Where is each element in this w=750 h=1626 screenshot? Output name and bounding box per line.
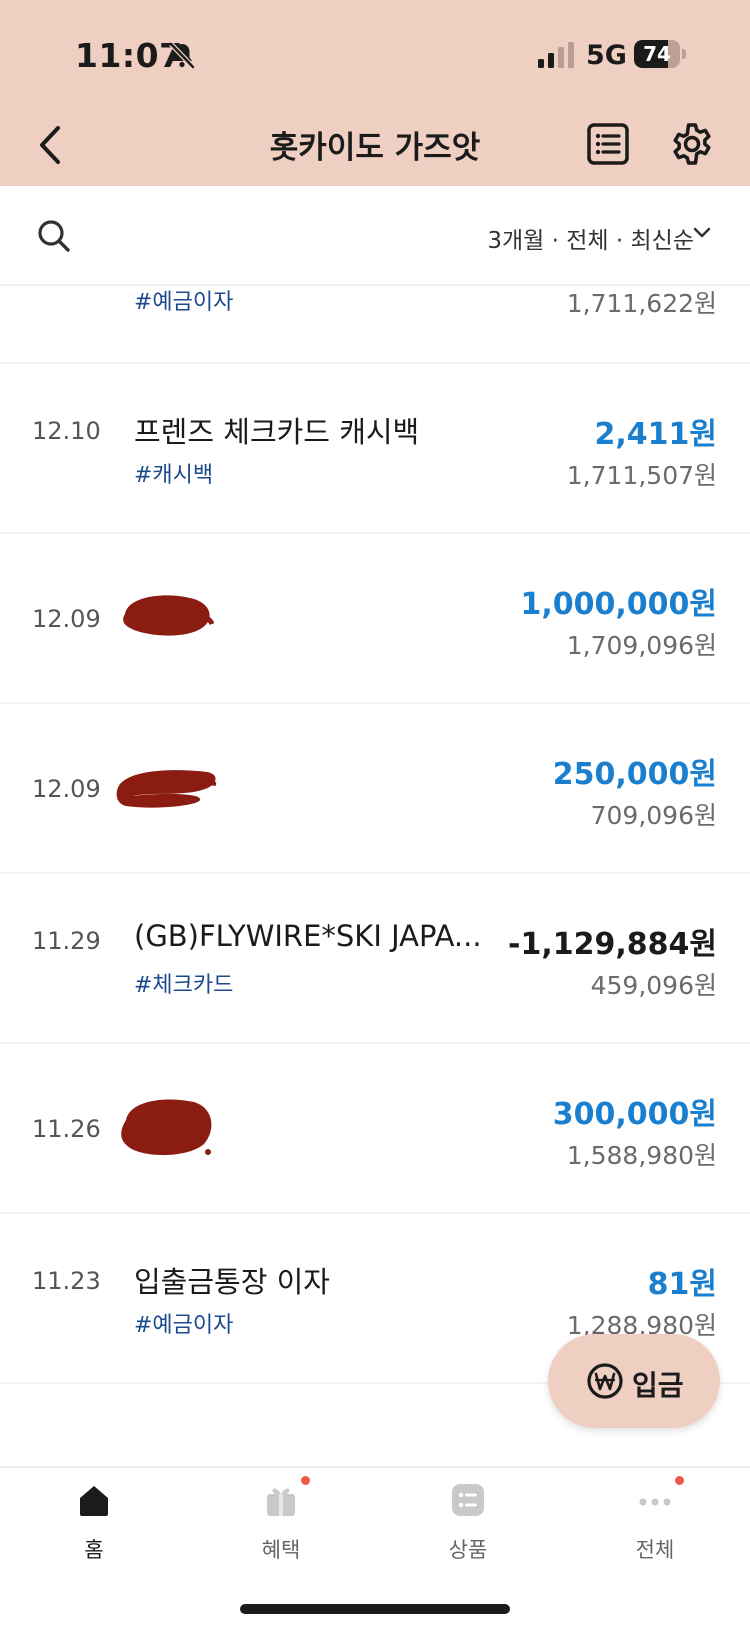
tab-label: 전체 xyxy=(635,1538,675,1562)
gift-icon xyxy=(267,1488,295,1516)
tab-label: 상품 xyxy=(448,1538,488,1562)
transaction-amount: 300,000원 xyxy=(552,1097,717,1132)
tab-label: 혜택 xyxy=(261,1538,301,1562)
battery-level: 74 xyxy=(643,42,671,66)
home-indicator xyxy=(240,1604,510,1614)
back-icon[interactable] xyxy=(30,118,74,172)
gear-icon[interactable] xyxy=(668,120,716,168)
transaction-list: #예금이자 1,711,622원 12.10 프렌즈 체크카드 캐시백 #캐시백… xyxy=(0,286,750,1466)
tab-label: 홈 xyxy=(84,1538,104,1562)
transaction-date: 11.23 xyxy=(32,1267,101,1295)
page-title: 홋카이도 가즈앗 xyxy=(269,130,481,166)
transaction-balance: 459,096원 xyxy=(590,971,717,1000)
nav-bar: 홋카이도 가즈앗 xyxy=(0,110,750,186)
transaction-row[interactable]: #예금이자 1,711,622원 xyxy=(0,286,750,364)
notification-dot xyxy=(675,1476,684,1485)
transaction-date: 12.09 xyxy=(32,775,101,803)
search-icon[interactable] xyxy=(34,216,74,256)
transaction-balance: 1,711,622원 xyxy=(566,289,717,318)
transaction-amount: 250,000원 xyxy=(552,757,717,792)
redaction-scribble xyxy=(121,1099,212,1156)
transaction-row[interactable]: 12.10 프렌즈 체크카드 캐시백 #캐시백 2,411원 1,711,507… xyxy=(0,364,750,534)
transaction-name: 프렌즈 체크카드 캐시백 xyxy=(134,415,420,449)
transaction-balance: 1,709,096원 xyxy=(566,631,717,660)
app-header: 11:07 5G 74 홋카이도 가즈앗 xyxy=(0,0,750,186)
battery-icon: 74 xyxy=(634,40,686,68)
transaction-balance: 1,588,980원 xyxy=(566,1141,717,1170)
transaction-name: (GB)FLYWIRE*SKI JAPA... xyxy=(134,919,482,953)
tab-all[interactable]: 전체 xyxy=(595,1476,715,1572)
transaction-balance: 709,096원 xyxy=(590,801,717,830)
transaction-tag: #예금이자 xyxy=(134,1313,234,1338)
transaction-row[interactable]: 11.26 300,000원 1,588,980원 xyxy=(0,1044,750,1214)
tab-benefits[interactable]: 혜택 xyxy=(221,1476,341,1572)
notification-dot xyxy=(301,1476,310,1485)
transaction-amount: 2,411원 xyxy=(594,417,718,452)
won-icon xyxy=(587,1363,623,1399)
more-icon xyxy=(639,1498,671,1506)
tab-home[interactable]: 홈 xyxy=(34,1482,154,1572)
transaction-date: 12.10 xyxy=(32,417,101,445)
transaction-date: 11.26 xyxy=(32,1115,101,1143)
transaction-row[interactable]: 12.09 250,000원 709,096원 xyxy=(0,704,750,874)
home-icon xyxy=(80,1486,108,1516)
transaction-tag: #예금이자 xyxy=(134,290,234,315)
transaction-date: 12.09 xyxy=(32,605,101,633)
transaction-amount: -1,129,884원 xyxy=(508,927,717,962)
transaction-name: 입출금통장 이자 xyxy=(134,1265,330,1299)
transaction-balance: 1,711,507원 xyxy=(566,461,717,490)
filter-bar: 3개월 · 전체 · 최신순 xyxy=(0,186,750,286)
bell-slash-icon xyxy=(169,42,195,69)
transaction-date: 11.29 xyxy=(32,927,101,955)
redaction-scribble xyxy=(116,770,217,808)
chevron-down-icon[interactable] xyxy=(691,222,713,244)
filter-dropdown[interactable]: 3개월 · 전체 · 최신순 xyxy=(487,221,694,255)
transaction-tag: #캐시백 xyxy=(134,463,214,488)
transaction-row[interactable]: 12.09 1,000,000원 1,709,096원 xyxy=(0,534,750,704)
deposit-button[interactable]: 입금 xyxy=(548,1334,720,1428)
products-icon xyxy=(452,1484,484,1516)
transaction-amount: 81원 xyxy=(647,1267,717,1302)
deposit-label: 입금 xyxy=(632,1369,684,1402)
network-type: 5G xyxy=(586,40,627,71)
bottom-tab-bar: 홈 혜택 상품 전체 xyxy=(0,1466,750,1626)
transaction-tag: #체크카드 xyxy=(134,973,234,998)
redaction-scribble xyxy=(123,595,215,636)
transaction-amount: 1,000,000원 xyxy=(520,587,717,622)
status-bar: 11:07 5G 74 xyxy=(0,0,750,110)
tab-products[interactable]: 상품 xyxy=(408,1482,528,1572)
signal-icon xyxy=(538,42,574,68)
transaction-row[interactable]: 11.29 (GB)FLYWIRE*SKI JAPA... #체크카드 -1,1… xyxy=(0,874,750,1044)
list-icon[interactable] xyxy=(584,120,632,168)
